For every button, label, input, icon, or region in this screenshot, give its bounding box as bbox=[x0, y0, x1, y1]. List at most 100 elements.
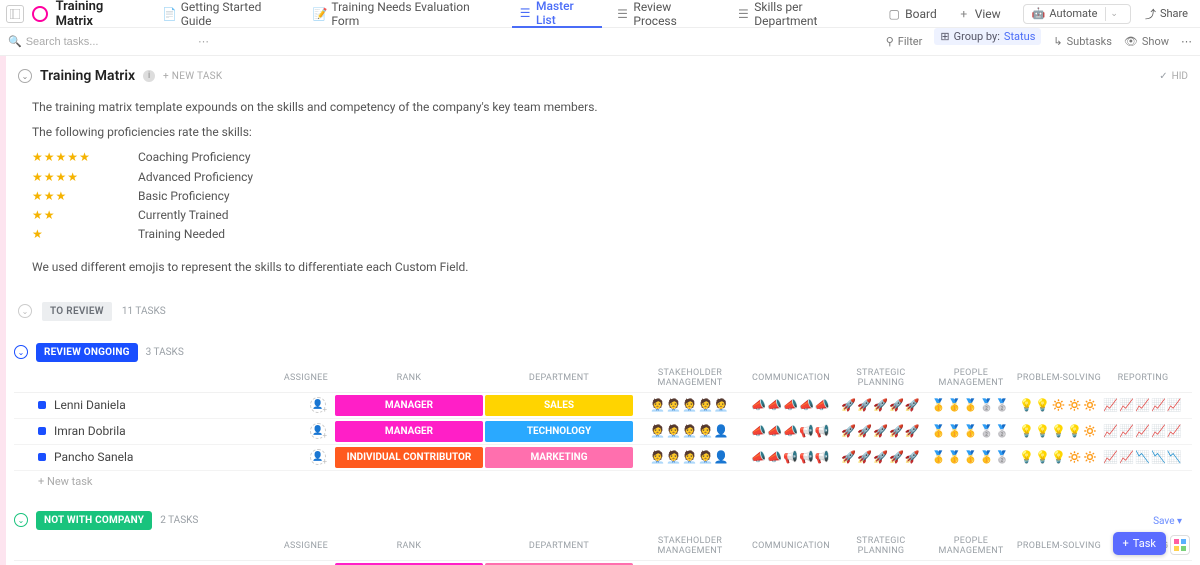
column-header[interactable]: REPORTING bbox=[1102, 373, 1184, 383]
dept-badge[interactable]: TECHNOLOGY bbox=[485, 421, 633, 442]
column-header[interactable]: COMMUNICATION bbox=[746, 373, 836, 383]
hide-button[interactable]: ✓ HID bbox=[1159, 71, 1188, 82]
column-header[interactable]: PEOPLE MANAGEMENT bbox=[926, 368, 1016, 388]
new-task-fab[interactable]: + Task bbox=[1113, 532, 1166, 555]
status-square[interactable] bbox=[38, 401, 46, 409]
task-name-cell[interactable]: Lenni Daniela bbox=[14, 398, 274, 412]
skill-cell[interactable]: 🚀🚀🚀🚀🚀 bbox=[836, 424, 926, 438]
nav-master-list[interactable]: ☰ Master List bbox=[512, 0, 601, 28]
column-header[interactable]: RANK bbox=[334, 541, 484, 551]
nav-review-process[interactable]: ☰ Review Process bbox=[610, 0, 723, 28]
save-hint[interactable]: Save ▾ bbox=[1153, 516, 1182, 527]
add-assignee-icon[interactable]: 👤 bbox=[310, 449, 326, 465]
skill-cell[interactable]: 🚀🚀🚀🚀🚀 bbox=[836, 398, 926, 412]
skill-cell[interactable]: 🥇🥇🥇🥇🥈 bbox=[926, 450, 1016, 464]
share-button[interactable]: ⤴ Share bbox=[1139, 6, 1194, 22]
column-header[interactable]: PROBLEM-SOLVING bbox=[1016, 373, 1102, 383]
status-pill[interactable]: REVIEW ONGOING bbox=[36, 343, 138, 362]
nav-getting-started[interactable]: 📄 Getting Started Guide bbox=[157, 0, 300, 28]
info-icon[interactable]: i bbox=[143, 70, 155, 82]
column-header[interactable]: ASSIGNEE bbox=[274, 373, 334, 383]
group-header: ⌄ REVIEW ONGOING 3 TASKS bbox=[14, 339, 1192, 366]
filter-button[interactable]: ⚲ Filter bbox=[886, 35, 923, 48]
skill-cell[interactable]: 💡💡💡💡🔅 bbox=[1016, 424, 1102, 438]
rank-badge[interactable]: MANAGER bbox=[335, 395, 483, 416]
dept-badge[interactable]: MARKETING bbox=[485, 447, 633, 468]
skill-cell[interactable]: 🥇🥇🥇🥈🥈 bbox=[926, 424, 1016, 438]
task-name-cell[interactable]: Imran Dobrila bbox=[14, 424, 274, 438]
collapse-toggle[interactable]: ⌄ bbox=[14, 513, 28, 527]
status-square[interactable] bbox=[38, 453, 46, 461]
task-row[interactable]: Carme Dani👤MANAGERMARKETING🧑‍💼🧑‍💼🧑‍💼🧑‍💼🧑… bbox=[14, 561, 1192, 565]
assignee-cell[interactable]: 👤 bbox=[274, 449, 334, 465]
skill-cell[interactable]: 💡💡💡🔅🔅 bbox=[1016, 450, 1102, 464]
task-row[interactable]: Pancho Sanela 👤 INDIVIDUAL CONTRIBUTORMARK… bbox=[14, 445, 1192, 471]
nav-training-needs[interactable]: 📝 Training Needs Evaluation Form bbox=[307, 0, 504, 28]
add-assignee-icon[interactable]: 👤 bbox=[310, 397, 326, 413]
skill-cell[interactable]: 🚀🚀🚀🚀🚀 bbox=[836, 450, 926, 464]
new-task-row[interactable]: + New task bbox=[14, 471, 1192, 493]
status-pill[interactable]: NOT WITH COMPANY bbox=[36, 511, 152, 530]
search-input[interactable] bbox=[26, 36, 156, 48]
collapse-toggle[interactable]: ⌄ bbox=[18, 304, 32, 318]
skill-cell[interactable]: 🧑‍💼🧑‍💼🧑‍💼🧑‍💼👤 bbox=[634, 450, 746, 464]
skill-cell[interactable]: 💡💡🔅🔅🔅 bbox=[1016, 398, 1102, 412]
column-header[interactable]: COMMUNICATION bbox=[746, 541, 836, 551]
nav-skills-dept[interactable]: ☰ Skills per Department bbox=[730, 0, 873, 28]
column-header[interactable]: ASSIGNEE bbox=[274, 541, 334, 551]
share-icon: ⤴ bbox=[1145, 6, 1156, 22]
legend-label: Advanced Proficiency bbox=[138, 168, 253, 187]
collapse-toggle[interactable]: ⌄ bbox=[14, 345, 28, 359]
skill-cell[interactable]: 📈📈📉📉📉 bbox=[1102, 450, 1184, 464]
column-header[interactable]: DEPARTMENT bbox=[484, 541, 634, 551]
page-title: Training Matrix bbox=[40, 68, 135, 84]
add-assignee-icon[interactable]: 👤 bbox=[310, 423, 326, 439]
column-header[interactable]: STRATEGIC PLANNING bbox=[836, 536, 926, 556]
rank-badge[interactable]: MANAGER bbox=[335, 421, 483, 442]
doc-title[interactable]: Training Matrix bbox=[56, 0, 149, 29]
toolbar: 🔍 ⋯ ⚲ Filter ⊞ Group by: Status ↳ Subtas… bbox=[0, 28, 1200, 56]
groupby-button[interactable]: ⊞ Group by: Status bbox=[934, 28, 1041, 45]
task-row[interactable]: Imran Dobrila 👤 MANAGERTECHNOLOGY🧑‍💼🧑‍💼🧑‍💼… bbox=[14, 419, 1192, 445]
rank-badge[interactable]: INDIVIDUAL CONTRIBUTOR bbox=[335, 447, 483, 468]
skill-cell[interactable]: 📣📣📢📢📢 bbox=[746, 450, 836, 464]
apps-fab[interactable] bbox=[1170, 535, 1190, 555]
skill-cell[interactable]: 📣📣📣📢📢 bbox=[746, 424, 836, 438]
task-name-cell[interactable]: Pancho Sanela bbox=[14, 450, 274, 464]
column-header[interactable]: PROBLEM-SOLVING bbox=[1016, 541, 1102, 551]
plus-icon: + bbox=[1123, 537, 1129, 550]
new-task-link[interactable]: + NEW TASK bbox=[163, 71, 222, 82]
group-count: 3 TASKS bbox=[146, 347, 184, 358]
skill-cell[interactable]: 🥇🥇🥇🥈🥈 bbox=[926, 398, 1016, 412]
collapse-toggle[interactable]: ⌄ bbox=[18, 69, 32, 83]
assignee-cell[interactable]: 👤 bbox=[274, 423, 334, 439]
subtask-icon: ↳ bbox=[1053, 35, 1062, 48]
skill-cell[interactable]: 📈📈📈📈📈 bbox=[1102, 424, 1184, 438]
legend-row: ★Training Needed bbox=[32, 225, 1188, 244]
chevron-down-icon[interactable]: ⌄ bbox=[1105, 7, 1122, 21]
status-square[interactable] bbox=[38, 427, 46, 435]
filter-icon: ⚲ bbox=[886, 35, 894, 48]
more-icon[interactable]: ⋯ bbox=[198, 35, 209, 48]
legend-stars: ★★ bbox=[32, 206, 120, 225]
to-review-chip[interactable]: TO REVIEW bbox=[42, 302, 112, 321]
column-header[interactable]: STRATEGIC PLANNING bbox=[836, 368, 926, 388]
show-button[interactable]: 👁 Show bbox=[1124, 35, 1169, 48]
subtasks-button[interactable]: ↳ Subtasks bbox=[1053, 35, 1112, 48]
dept-badge[interactable]: SALES bbox=[485, 395, 633, 416]
task-row[interactable]: Lenni Daniela 👤 MANAGERSALES🧑‍💼🧑‍💼🧑‍💼🧑‍💼🧑‍… bbox=[14, 393, 1192, 419]
skill-cell[interactable]: 📣📣📣📣📣 bbox=[746, 398, 836, 412]
column-header[interactable]: RANK bbox=[334, 373, 484, 383]
skill-cell[interactable]: 📈📈📈📈📈 bbox=[1102, 398, 1184, 412]
column-header[interactable]: STAKEHOLDER MANAGEMENT bbox=[634, 368, 746, 388]
column-header[interactable]: DEPARTMENT bbox=[484, 373, 634, 383]
column-header[interactable]: PEOPLE MANAGEMENT bbox=[926, 536, 1016, 556]
assignee-cell[interactable]: 👤 bbox=[274, 397, 334, 413]
automate-button[interactable]: 🤖 Automate ⌄ bbox=[1023, 4, 1131, 24]
skill-cell[interactable]: 🧑‍💼🧑‍💼🧑‍💼🧑‍💼🧑‍💼 bbox=[634, 398, 746, 412]
column-header[interactable]: STAKEHOLDER MANAGEMENT bbox=[634, 536, 746, 556]
search[interactable]: 🔍 bbox=[8, 35, 188, 48]
skill-cell[interactable]: 🧑‍💼🧑‍💼🧑‍💼🧑‍💼👤 bbox=[634, 424, 746, 438]
more-icon[interactable]: ⋯ bbox=[1181, 35, 1192, 48]
sidebar-toggle[interactable] bbox=[6, 5, 24, 23]
